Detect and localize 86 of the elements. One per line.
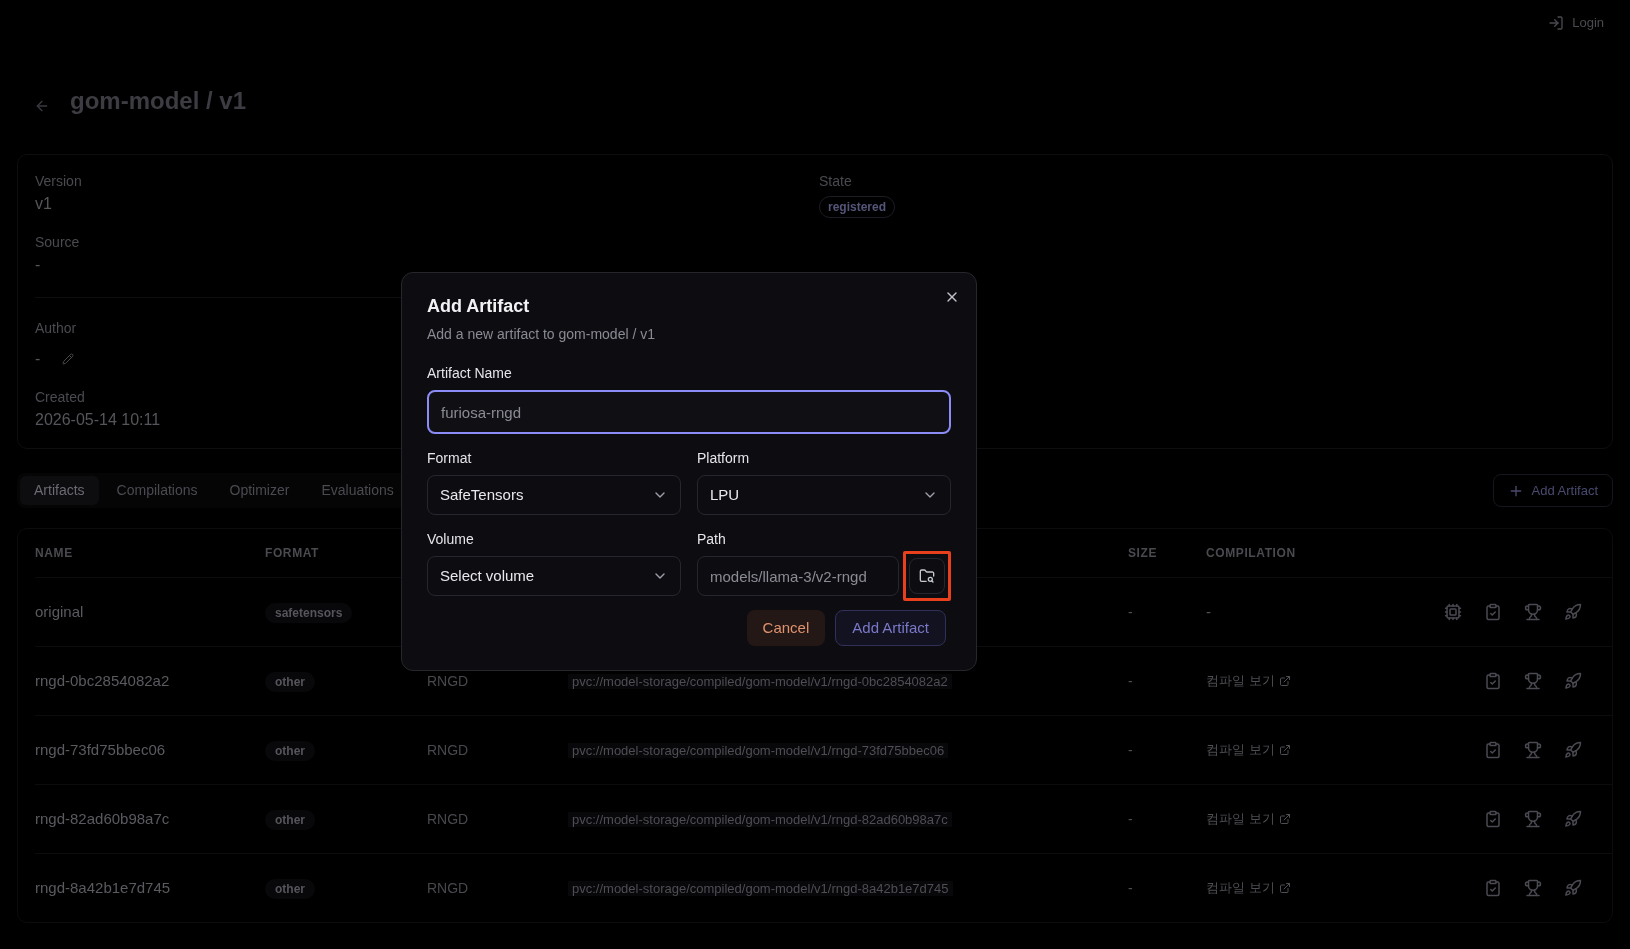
path-text: pvc://model-storage/compiled/gom-model/v1/rngd-82ad60b98a7c [568,811,952,827]
tab[interactable]: Evaluations [307,476,408,505]
column-header: COMPILATION [1206,546,1296,560]
view-compilation-link[interactable]: 컴파일 보기 [1206,740,1291,760]
chip-icon[interactable] [1444,603,1462,621]
detail-value: 2026-05-14 10:11 [35,410,161,430]
clipboard-check-icon[interactable] [1484,879,1502,897]
view-compilation-link[interactable]: 컴파일 보기 [1206,878,1291,898]
size-text: - [1128,879,1133,896]
detail-label: Author [35,319,77,338]
external-link-icon [1278,744,1291,756]
size-text: - [1128,741,1133,758]
detail-value: v1 [35,194,52,214]
clipboard-check-icon[interactable] [1484,672,1502,690]
trophy-icon[interactable] [1524,603,1542,621]
field-label: Path [697,530,726,549]
artifact-name: rngd-8a42b1e7d745 [35,878,171,896]
format-badge: other [265,878,315,899]
trophy-icon[interactable] [1524,810,1542,828]
compilation-text: - [1206,601,1211,622]
detail-label: Version [35,172,82,191]
external-link-icon [1278,675,1291,687]
view-compilation-link[interactable]: 컴파일 보기 [1206,809,1291,829]
tab[interactable]: Compilations [102,476,212,505]
trophy-icon[interactable] [1524,741,1542,759]
size-text: - [1128,810,1133,827]
format-badge: other [265,671,315,692]
artifact-name: rngd-73fd75bbec06 [35,740,166,758]
dialog-title: Add Artifact [427,295,531,318]
rocket-icon[interactable] [1564,603,1582,621]
platform-text: RNGD [427,672,469,689]
platform-text: RNGD [427,810,469,827]
format-badge: safetensors [265,602,353,623]
browse-folder-button[interactable] [903,551,951,601]
platform-text: RNGD [427,879,469,896]
login-button[interactable]: Login [1540,9,1612,37]
path-text: pvc://model-storage/compiled/gom-model/v1/rngd-0bc2854082a2 [568,673,952,689]
tab[interactable]: Artifacts [20,476,99,505]
platform-text: RNGD [427,741,469,758]
dialog-description: Add a new artifact to gom-model / v1 [427,325,656,344]
page-title: gom-model / v1 [70,86,247,116]
add-artifact-button[interactable]: Add Artifact [1492,474,1613,507]
external-link-icon [1278,882,1291,894]
field-label: Platform [697,449,750,468]
rocket-icon[interactable] [1564,672,1582,690]
size-text: - [1128,672,1133,689]
artifact-name-field[interactable]: furiosa-rngd [427,390,951,434]
field-label: Volume [427,530,474,549]
folder-search-icon [919,568,935,584]
clipboard-check-icon[interactable] [1484,603,1502,621]
detail-label: State [819,172,852,191]
rocket-icon[interactable] [1564,810,1582,828]
artifact-name: original [35,602,84,620]
path-field[interactable]: models/llama-3/v2-rngd [697,556,899,596]
detail-label: Source [35,233,80,252]
artifact-name: rngd-82ad60b98a7c [35,809,170,827]
field-label: Artifact Name [427,364,512,383]
size-text: - [1128,603,1133,620]
detail-value: - [35,349,41,369]
column-header: NAME [35,546,73,560]
tab[interactable]: Optimizer [215,476,304,505]
submit-button[interactable]: Add Artifact [835,610,946,646]
view-compilation-link[interactable]: 컴파일 보기 [1206,671,1291,691]
detail-value: - [35,255,41,275]
detail-label: Created [35,388,85,407]
external-link-icon [1278,813,1291,825]
login-icon [1548,15,1565,31]
column-header: FORMAT [265,546,320,560]
path-text: pvc://model-storage/compiled/gom-model/v1/rngd-73fd75bbec06 [568,742,949,758]
format-badge: other [265,809,315,830]
select-field[interactable]: LPU [697,475,951,515]
path-text: pvc://model-storage/compiled/gom-model/v1/rngd-8a42b1e7d745 [568,880,953,896]
select-field[interactable]: SafeTensors [427,475,681,515]
pencil-icon[interactable] [62,353,75,365]
cancel-button[interactable]: Cancel [746,610,826,646]
rocket-icon[interactable] [1564,879,1582,897]
clipboard-check-icon[interactable] [1484,810,1502,828]
field-label: Format [427,449,472,468]
artifact-name: rngd-0bc2854082a2 [35,671,170,689]
clipboard-check-icon[interactable] [1484,741,1502,759]
rocket-icon[interactable] [1564,741,1582,759]
trophy-icon[interactable] [1524,879,1542,897]
column-header: SIZE [1128,546,1158,560]
select-field[interactable]: Select volume [427,556,681,596]
trophy-icon[interactable] [1524,672,1542,690]
format-badge: other [265,740,315,761]
